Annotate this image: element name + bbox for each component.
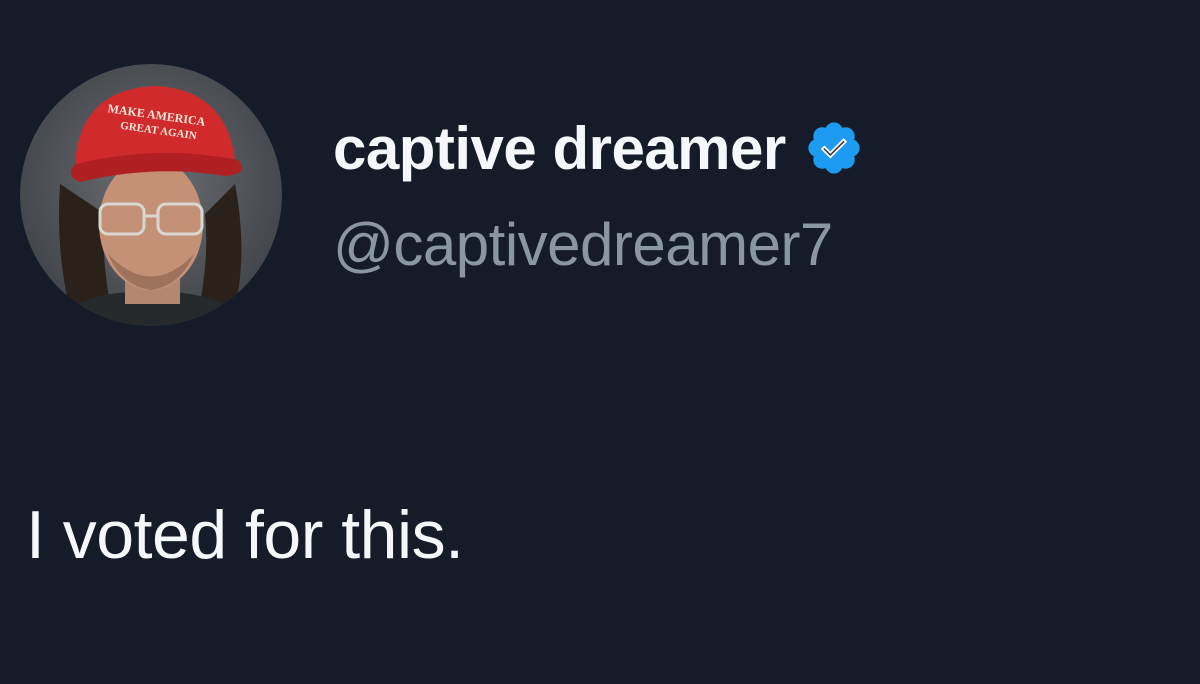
tweet-text: I voted for this. bbox=[26, 497, 464, 573]
user-handle[interactable]: @captivedreamer7 bbox=[333, 210, 833, 279]
tweet-card: MAKE AMERICA GREAT AGAIN captive dreamer… bbox=[0, 0, 1200, 684]
display-name[interactable]: captive dreamer bbox=[333, 114, 786, 183]
avatar[interactable]: MAKE AMERICA GREAT AGAIN bbox=[20, 64, 282, 326]
verified-badge-icon bbox=[804, 118, 864, 178]
author-name-row[interactable]: captive dreamer bbox=[333, 108, 864, 188]
profile-photo-icon: MAKE AMERICA GREAT AGAIN bbox=[20, 64, 282, 326]
